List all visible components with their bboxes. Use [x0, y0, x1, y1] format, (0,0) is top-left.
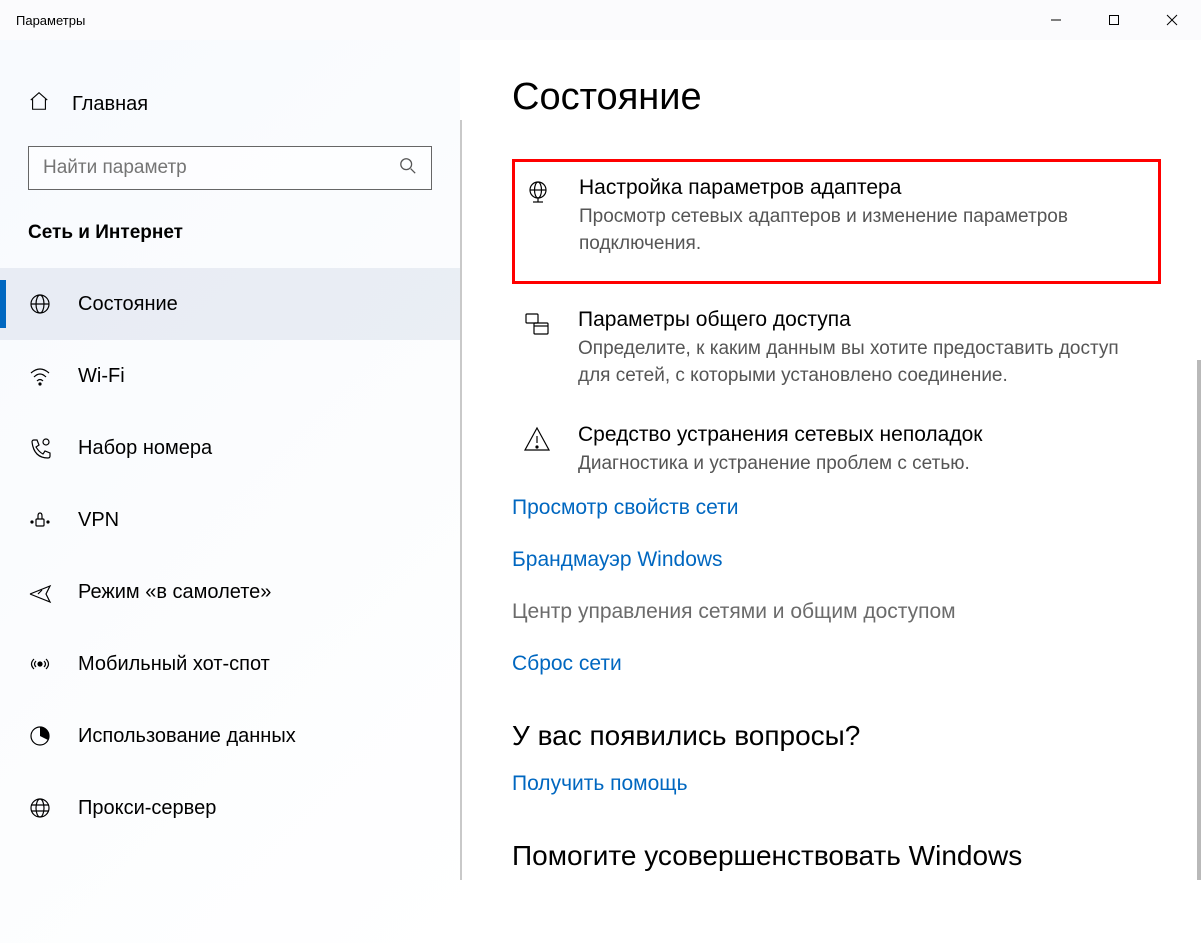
improve-heading: Помогите усовершенствовать Windows [512, 840, 1161, 872]
search-icon [399, 157, 417, 180]
search-input[interactable] [43, 157, 399, 179]
nav-item-wifi[interactable]: Wi-Fi [0, 340, 460, 412]
nav-list: Состояние Wi-Fi Набор номера VPN [0, 268, 460, 844]
nav-item-hotspot[interactable]: Мобильный хот-спот [0, 628, 460, 700]
link-windows-firewall[interactable]: Брандмауэр Windows [512, 548, 1161, 572]
adapter-icon [521, 176, 555, 257]
nav-item-label: Режим «в самолете» [78, 581, 271, 604]
scrollbar[interactable] [1197, 360, 1201, 880]
link-network-center[interactable]: Центр управления сетями и общим доступом [512, 600, 1161, 624]
setting-adapter-options[interactable]: Настройка параметров адаптера Просмотр с… [512, 159, 1161, 284]
setting-title: Средство устранения сетевых неполадок [578, 423, 1153, 447]
setting-desc: Просмотр сетевых адаптеров и изменение п… [579, 204, 1150, 257]
airplane-icon [28, 580, 52, 604]
troubleshoot-icon [520, 423, 554, 478]
page-title: Состояние [512, 76, 1161, 119]
window-controls [1027, 0, 1201, 40]
nav-item-proxy[interactable]: Прокси-сервер [0, 772, 460, 844]
nav-item-label: VPN [78, 509, 119, 532]
setting-sharing-options[interactable]: Параметры общего доступа Определите, к к… [512, 292, 1161, 407]
nav-item-vpn[interactable]: VPN [0, 484, 460, 556]
questions-heading: У вас появились вопросы? [512, 720, 1161, 752]
nav-item-dial[interactable]: Набор номера [0, 412, 460, 484]
category-title: Сеть и Интернет [0, 214, 460, 268]
dial-icon [28, 436, 52, 460]
setting-title: Настройка параметров адаптера [579, 176, 1150, 200]
setting-desc: Диагностика и устранение проблем с сетью… [578, 451, 1153, 478]
main-content: Состояние Настройка параметров адаптера … [460, 40, 1201, 943]
wifi-icon [28, 364, 52, 388]
sharing-icon [520, 308, 554, 389]
nav-item-label: Использование данных [78, 725, 296, 748]
globe-icon [28, 292, 52, 316]
datausage-icon [28, 724, 52, 748]
nav-item-label: Wi-Fi [78, 365, 125, 388]
minimize-button[interactable] [1027, 0, 1085, 40]
search-box[interactable] [28, 146, 432, 190]
home-button[interactable]: Главная [0, 80, 460, 128]
proxy-icon [28, 796, 52, 820]
nav-item-datausage[interactable]: Использование данных [0, 700, 460, 772]
nav-item-label: Мобильный хот-спот [78, 653, 270, 676]
link-get-help[interactable]: Получить помощь [512, 772, 1161, 796]
nav-item-status[interactable]: Состояние [0, 268, 460, 340]
nav-item-label: Набор номера [78, 437, 212, 460]
setting-troubleshooter[interactable]: Средство устранения сетевых неполадок Ди… [512, 407, 1161, 496]
setting-title: Параметры общего доступа [578, 308, 1153, 332]
nav-item-airplane[interactable]: Режим «в самолете» [0, 556, 460, 628]
hotspot-icon [28, 652, 52, 676]
sidebar: Главная Сеть и Интернет Состояние [0, 40, 460, 943]
maximize-button[interactable] [1085, 0, 1143, 40]
link-network-properties[interactable]: Просмотр свойств сети [512, 496, 1161, 520]
link-network-reset[interactable]: Сброс сети [512, 652, 1161, 676]
close-button[interactable] [1143, 0, 1201, 40]
nav-item-label: Прокси-сервер [78, 797, 216, 820]
home-icon [28, 90, 50, 118]
nav-item-label: Состояние [78, 293, 178, 316]
window-title: Параметры [16, 13, 85, 28]
home-label: Главная [72, 93, 148, 116]
setting-desc: Определите, к каким данным вы хотите пре… [578, 336, 1153, 389]
vpn-icon [28, 508, 52, 532]
titlebar: Параметры [0, 0, 1201, 40]
